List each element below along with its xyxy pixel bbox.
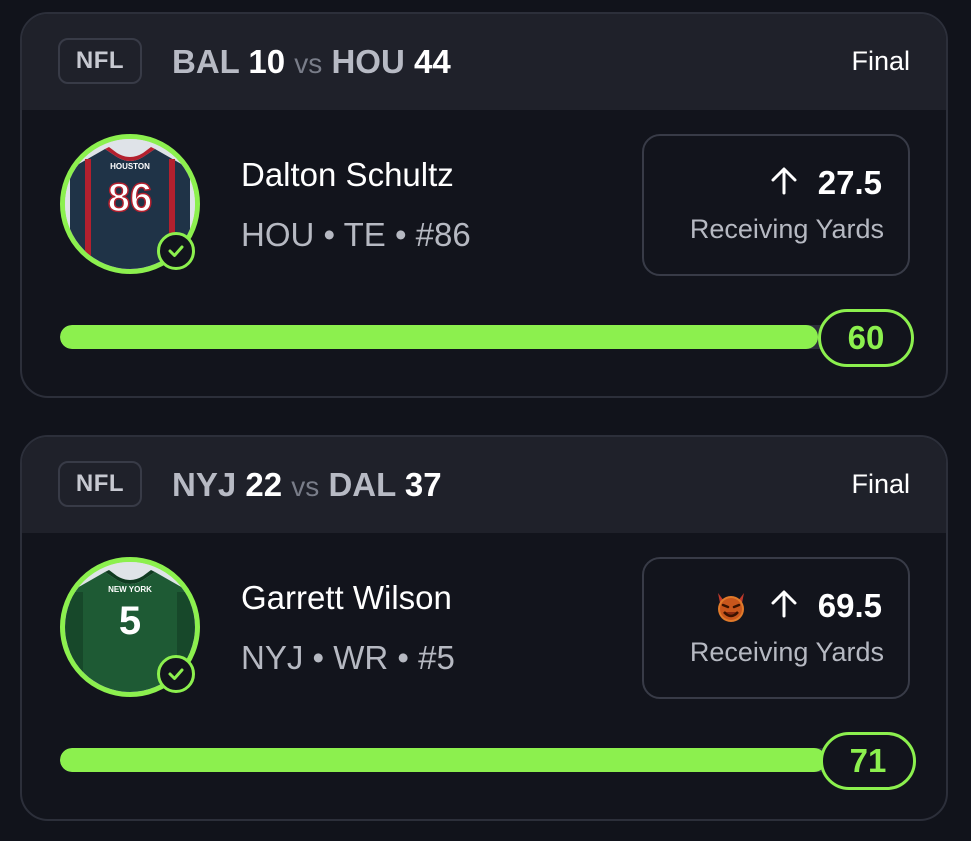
player-meta: NYJ • WR • #5 [241, 639, 455, 676]
card-header: NFL NYJ 22 vs DAL 37 Final [22, 437, 946, 533]
vs-label: vs [291, 471, 320, 502]
home-team: HOU [331, 43, 405, 80]
prop-line-value: 69.5 [817, 587, 882, 624]
league-badge: NFL [58, 38, 142, 84]
home-team: DAL [328, 466, 396, 503]
matchup: BAL 10 vs HOU 44 [172, 42, 451, 84]
progress-fill [60, 325, 819, 349]
away-score: 22 [245, 466, 283, 503]
progress-track [60, 748, 850, 772]
away-team: NYJ [172, 466, 237, 503]
prop-stat-label: Receiving Yards [689, 214, 884, 244]
card-header: NFL BAL 10 vs HOU 44 Final [22, 14, 946, 110]
progress-fill [60, 748, 827, 772]
jersey-number: 5 [119, 599, 141, 643]
check-icon [157, 232, 195, 270]
arrow-up-icon [768, 588, 800, 625]
jersey-text: NEW YORK [108, 585, 152, 594]
jersey-text: HOUSTON [110, 162, 150, 171]
prop-line-box[interactable]: 69.5 Receiving Yards [642, 557, 910, 699]
game-status: Final [851, 46, 910, 76]
pick-card[interactable]: NFL BAL 10 vs HOU 44 Final HOUSTON 86 Da… [20, 12, 948, 398]
away-score: 10 [248, 43, 286, 80]
check-icon [157, 655, 195, 693]
player-name: Dalton Schultz [241, 156, 454, 193]
arrow-up-icon [768, 165, 800, 202]
player-name: Garrett Wilson [241, 579, 452, 616]
vs-label: vs [294, 48, 323, 79]
devil-emoji-icon [712, 587, 750, 625]
game-status: Final [851, 469, 910, 499]
league-badge: NFL [58, 461, 142, 507]
away-team: BAL [172, 43, 240, 80]
home-score: 37 [404, 466, 442, 503]
prop-line-value: 27.5 [817, 164, 882, 201]
pick-card[interactable]: NFL NYJ 22 vs DAL 37 Final NEW YORK 5 Ga… [20, 435, 948, 821]
prop-line-box[interactable]: 27.5 Receiving Yards [642, 134, 910, 276]
player-meta: HOU • TE • #86 [241, 216, 471, 253]
progress-track [60, 325, 850, 349]
result-value: 60 [818, 309, 914, 367]
matchup: NYJ 22 vs DAL 37 [172, 465, 442, 507]
home-score: 44 [413, 43, 451, 80]
jersey-number: 86 [108, 176, 153, 220]
result-value: 71 [820, 732, 916, 790]
prop-stat-label: Receiving Yards [689, 637, 884, 667]
